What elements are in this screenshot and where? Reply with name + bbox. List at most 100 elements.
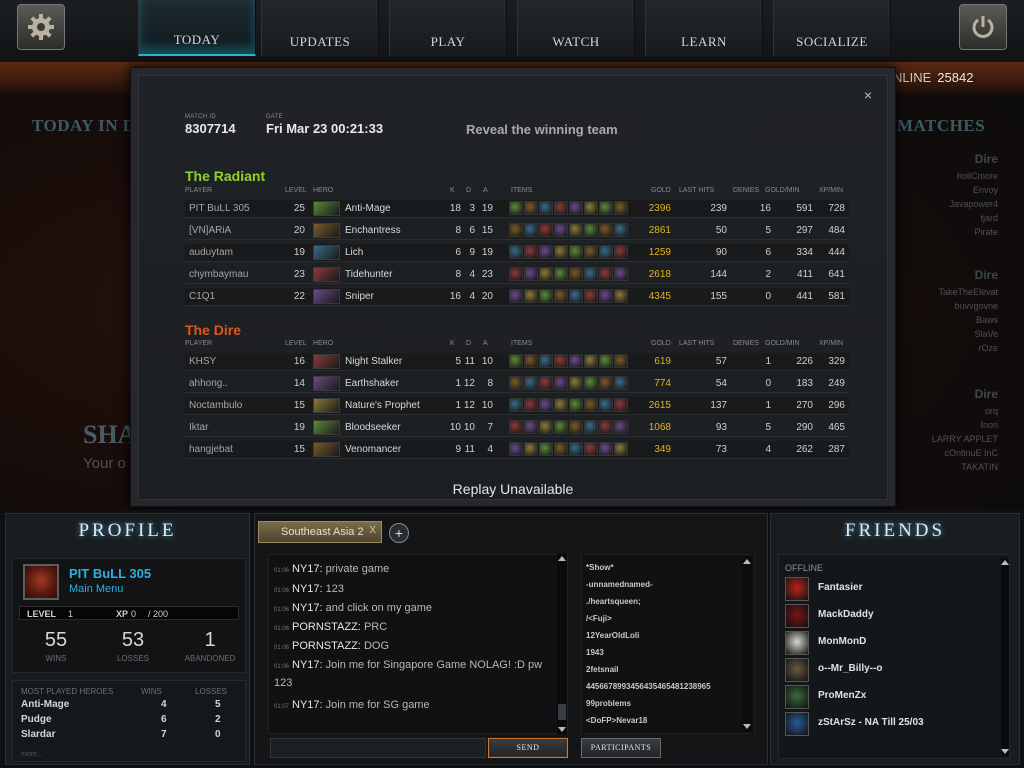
item-icon[interactable]: [509, 354, 523, 368]
item-icon[interactable]: [614, 245, 628, 259]
friend-item[interactable]: zStArSz - NA Till 25/03: [785, 712, 985, 738]
item-icon[interactable]: [539, 354, 553, 368]
item-icon[interactable]: [509, 289, 523, 303]
item-icon[interactable]: [569, 245, 583, 259]
item-icon[interactable]: [539, 289, 553, 303]
scroll-up-icon[interactable]: [1001, 560, 1009, 565]
player-row[interactable]: [VN]ARiA 20 Enchantress 8 6 15 2861 50 5 297 484: [185, 222, 849, 240]
item-icon[interactable]: [539, 201, 553, 215]
item-icon[interactable]: [599, 420, 613, 434]
item-icon[interactable]: [584, 420, 598, 434]
item-icon[interactable]: [614, 354, 628, 368]
player-row[interactable]: Noctambulo 15 Nature's Prophet 1 12 10 2615 137…: [185, 397, 849, 415]
participant-name[interactable]: ./heartsqueen;: [586, 597, 736, 606]
item-icon[interactable]: [509, 223, 523, 237]
message-sender[interactable]: NY17:: [292, 563, 323, 575]
item-icon[interactable]: [554, 354, 568, 368]
scroll-up-icon[interactable]: [743, 559, 751, 564]
scroll-up-icon[interactable]: [558, 556, 566, 561]
item-icon[interactable]: [524, 398, 538, 412]
item-icon[interactable]: [569, 223, 583, 237]
chat-input[interactable]: [270, 738, 486, 758]
settings-button[interactable]: [17, 4, 65, 50]
item-icon[interactable]: [599, 354, 613, 368]
participant-name[interactable]: 2fetsnail: [586, 665, 736, 674]
item-icon[interactable]: [599, 398, 613, 412]
item-icon[interactable]: [554, 376, 568, 390]
item-icon[interactable]: [539, 223, 553, 237]
friend-item[interactable]: MackDaddy: [785, 604, 985, 630]
hero-row[interactable]: Anti-Mage 4 5: [21, 699, 237, 714]
more-heroes-link[interactable]: more...: [21, 751, 43, 758]
avatar[interactable]: [23, 564, 59, 600]
tab-learn[interactable]: LEARN: [645, 0, 763, 56]
item-icon[interactable]: [569, 201, 583, 215]
item-icon[interactable]: [599, 245, 613, 259]
item-icon[interactable]: [509, 201, 523, 215]
item-icon[interactable]: [614, 267, 628, 281]
item-icon[interactable]: [509, 420, 523, 434]
friend-item[interactable]: o--Mr_Billy--o: [785, 658, 985, 684]
item-icon[interactable]: [524, 442, 538, 456]
item-icon[interactable]: [569, 442, 583, 456]
item-icon[interactable]: [584, 354, 598, 368]
item-icon[interactable]: [614, 223, 628, 237]
participants-button[interactable]: PARTICIPANTS: [581, 738, 661, 758]
player-row[interactable]: auduytam 19 Lich 6 9 19 1259 90 6 334 444: [185, 244, 849, 262]
power-button[interactable]: [959, 4, 1007, 50]
item-icon[interactable]: [614, 420, 628, 434]
item-icon[interactable]: [569, 289, 583, 303]
participant-name[interactable]: /<Fuji>: [586, 614, 736, 623]
participants-scrollbar[interactable]: [742, 557, 752, 731]
item-icon[interactable]: [599, 376, 613, 390]
item-icon[interactable]: [539, 398, 553, 412]
message-sender[interactable]: NY17:: [292, 659, 323, 671]
live-match-group[interactable]: Dire orq Inori LARRY APPLET cOntinuE InC…: [898, 387, 998, 474]
item-icon[interactable]: [524, 245, 538, 259]
item-icon[interactable]: [524, 354, 538, 368]
player-name[interactable]: KHSY: [189, 356, 284, 367]
participant-name[interactable]: <DoFP>Nevar18: [586, 716, 736, 725]
item-icon[interactable]: [584, 223, 598, 237]
player-name[interactable]: [VN]ARiA: [189, 225, 284, 236]
item-icon[interactable]: [599, 201, 613, 215]
item-icon[interactable]: [569, 398, 583, 412]
participant-name[interactable]: 1943: [586, 648, 736, 657]
item-icon[interactable]: [554, 223, 568, 237]
item-icon[interactable]: [614, 201, 628, 215]
item-icon[interactable]: [569, 354, 583, 368]
player-row[interactable]: hangjebat 15 Venomancer 9 11 4 349 73 4 262 287: [185, 441, 849, 459]
live-match-group[interactable]: Dire TakeTheElevat buvvgovne Baws SlaVe …: [898, 268, 998, 355]
item-icon[interactable]: [554, 420, 568, 434]
player-row[interactable]: C1Q1 22 Sniper 16 4 20 4345 155 0 441 581: [185, 288, 849, 306]
tab-play[interactable]: PLAY: [389, 0, 507, 56]
player-name[interactable]: Noctambulo: [189, 400, 284, 411]
player-name[interactable]: Iktar: [189, 422, 284, 433]
tab-watch[interactable]: WATCH: [517, 0, 635, 56]
item-icon[interactable]: [524, 267, 538, 281]
tab-updates[interactable]: UPDATES: [261, 0, 379, 56]
item-icon[interactable]: [584, 376, 598, 390]
player-name[interactable]: auduytam: [189, 247, 284, 258]
scroll-down-icon[interactable]: [743, 724, 751, 729]
friend-item[interactable]: MonMonD: [785, 631, 985, 657]
item-icon[interactable]: [599, 267, 613, 281]
friend-item[interactable]: Fantasier: [785, 577, 985, 603]
item-icon[interactable]: [569, 267, 583, 281]
player-name[interactable]: chymbaymau: [189, 269, 284, 280]
player-row[interactable]: KHSY 16 Night Stalker 5 11 10 619 57 1 226 329: [185, 353, 849, 371]
participant-name[interactable]: 99problems: [586, 699, 736, 708]
player-row[interactable]: ahhong.. 14 Earthshaker 1 12 8 774 54 0 183 249: [185, 375, 849, 393]
item-icon[interactable]: [509, 245, 523, 259]
item-icon[interactable]: [524, 289, 538, 303]
item-icon[interactable]: [539, 376, 553, 390]
item-icon[interactable]: [554, 245, 568, 259]
player-name[interactable]: C1Q1: [189, 291, 284, 302]
scroll-down-icon[interactable]: [558, 727, 566, 732]
tab-socialize[interactable]: SOCIALIZE: [773, 0, 891, 56]
item-icon[interactable]: [539, 267, 553, 281]
close-icon[interactable]: X: [369, 525, 376, 536]
item-icon[interactable]: [509, 398, 523, 412]
close-button[interactable]: ×: [861, 88, 875, 102]
item-icon[interactable]: [554, 267, 568, 281]
